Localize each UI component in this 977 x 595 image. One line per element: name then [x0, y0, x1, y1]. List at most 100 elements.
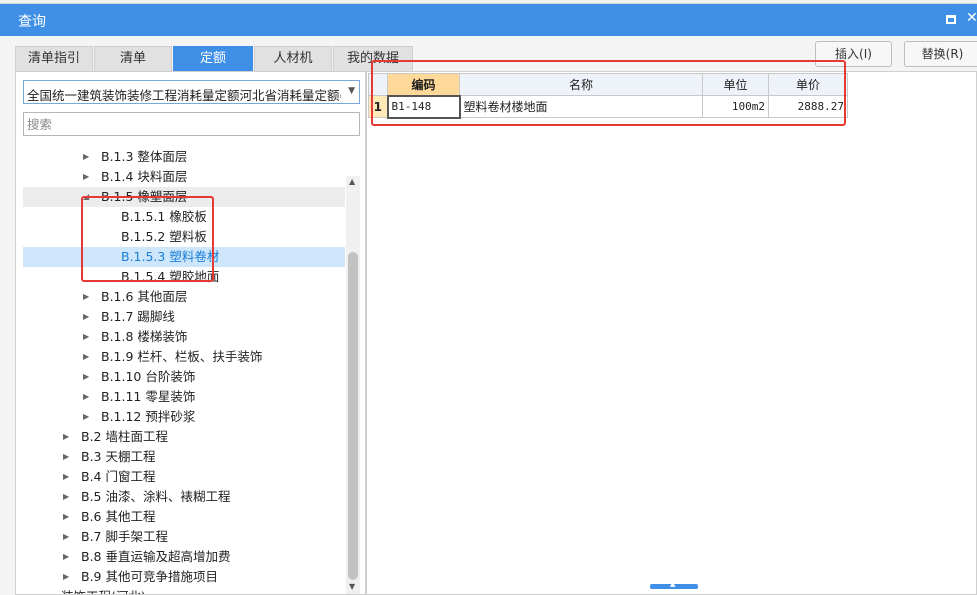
collapsed-arrow-icon[interactable]: ▶ [63, 427, 69, 447]
tree-item[interactable]: ▶ B.2 墙柱面工程 [23, 427, 345, 447]
collapsed-arrow-icon[interactable]: ▶ [83, 307, 89, 327]
tree-item[interactable]: ▶ B.8 垂直运输及超高增加费 [23, 547, 345, 567]
quota-tree: ▶ B.1.3 整体面层 ▶ B.1.4 块料面层 ◢ B.1.5 橡塑面层 B.1.5.1… [23, 142, 345, 594]
tree-item-label: B.1.5.2 塑料板 [121, 229, 207, 244]
tree-item-label: B.1.5.1 橡胶板 [121, 209, 207, 224]
collapsed-arrow-icon[interactable]: ▶ [83, 407, 89, 427]
splitter-handle[interactable]: ▲ [650, 580, 698, 589]
tree-item[interactable]: ▶ B.1.11 零星装饰 [23, 387, 345, 407]
quota-results-panel: 编码 名称 单位 单价 1 B1-148 塑料卷材楼地面 100m2 2888.… [366, 71, 977, 595]
tree-item[interactable]: B.1.5.3 塑料卷材 [23, 247, 345, 267]
tree-item-label: B.6 其他工程 [81, 509, 156, 524]
tree-item-label: B.1.8 楼梯装饰 [101, 329, 188, 344]
collapsed-arrow-icon[interactable]: ▶ [83, 347, 89, 367]
cell-price[interactable]: 2888.27 [768, 95, 848, 118]
scrollbar-thumb[interactable] [348, 252, 358, 580]
tree-item[interactable]: ▶ B.7 脚手架工程 [23, 527, 345, 547]
tree-item[interactable]: ▶ B.5 油漆、涂料、裱糊工程 [23, 487, 345, 507]
cell-name[interactable]: 塑料卷材楼地面 [459, 95, 703, 118]
collapsed-arrow-icon[interactable]: ▶ [63, 507, 69, 527]
tree-item[interactable]: ▶ 装饰工程(河北) [23, 587, 345, 594]
tree-item[interactable]: ▶ B.3 天棚工程 [23, 447, 345, 467]
tab-labor-material-machine[interactable]: 人材机 [254, 46, 332, 71]
tree-item-label: B.1.12 预拌砂浆 [101, 409, 196, 424]
tree-item-label: B.1.7 踢脚线 [101, 309, 175, 324]
collapsed-arrow-icon[interactable]: ▶ [83, 147, 89, 167]
tree-item[interactable]: ▶ B.1.6 其他面层 [23, 287, 345, 307]
column-header-unit[interactable]: 单位 [702, 73, 769, 96]
collapsed-arrow-icon[interactable]: ▶ [63, 467, 69, 487]
tree-item[interactable]: ▶ B.1.3 整体面层 [23, 147, 345, 167]
tree-item-label: B.3 天棚工程 [81, 449, 156, 464]
tree-item-label: B.4 门窗工程 [81, 469, 156, 484]
insert-button[interactable]: 插入(I) [815, 41, 892, 67]
tree-item[interactable]: B.1.5.1 橡胶板 [23, 207, 345, 227]
tab-list-guide[interactable]: 清单指引 [15, 46, 93, 71]
tree-item-label: B.1.3 整体面层 [101, 149, 188, 164]
scroll-up-icon[interactable]: ▲ [349, 177, 355, 186]
tree-item-label: B.1.6 其他面层 [101, 289, 188, 304]
tree-item[interactable]: ▶ B.1.9 栏杆、栏板、扶手装饰 [23, 347, 345, 367]
collapsed-arrow-icon[interactable]: ▶ [83, 367, 89, 387]
row-number-header [368, 73, 388, 96]
results-table: 编码 名称 单位 单价 1 B1-148 塑料卷材楼地面 100m2 2888.… [368, 73, 848, 119]
tree-item-label: 装饰工程(河北) [61, 587, 146, 594]
tree-item[interactable]: ▶ B.6 其他工程 [23, 507, 345, 527]
column-header-code[interactable]: 编码 [387, 73, 460, 96]
collapsed-arrow-icon[interactable]: ▶ [83, 387, 89, 407]
collapsed-arrow-icon[interactable]: ▶ [83, 287, 89, 307]
collapsed-arrow-icon[interactable]: ▶ [63, 487, 69, 507]
chevron-down-icon[interactable]: ▼ [348, 86, 355, 96]
tree-item[interactable]: ◢ B.1.5 橡塑面层 [23, 187, 345, 207]
tree-item-label: B.1.9 栏杆、栏板、扶手装饰 [101, 349, 263, 364]
tree-item[interactable]: B.1.5.4 塑胶地面 [23, 267, 345, 287]
tree-item-label: B.1.5.4 塑胶地面 [121, 269, 220, 284]
tree-item-label: B.7 脚手架工程 [81, 529, 168, 544]
tree-item-label: B.1.5 橡塑面层 [101, 189, 188, 204]
maximize-icon[interactable] [946, 15, 956, 24]
collapsed-arrow-icon[interactable]: ▶ [43, 587, 49, 594]
collapsed-arrow-icon[interactable]: ▶ [83, 327, 89, 347]
tree-item[interactable]: ▶ B.1.12 预拌砂浆 [23, 407, 345, 427]
query-dialog: 清单指引 清单 定额 人材机 我的数据 插入(I) 替换(R) 全国统一建筑装饰… [0, 36, 977, 595]
tree-item[interactable]: ▶ B.1.8 楼梯装饰 [23, 327, 345, 347]
tree-item[interactable]: ▶ B.1.4 块料面层 [23, 167, 345, 187]
search-input[interactable] [23, 112, 360, 136]
tab-quota[interactable]: 定额 [173, 46, 253, 71]
tree-item-label: B.1.4 块料面层 [101, 169, 188, 184]
title-bar: 查询 ✕ [0, 4, 977, 36]
chevron-up-icon: ▲ [670, 580, 676, 588]
scroll-down-icon[interactable]: ▼ [349, 582, 355, 591]
tree-item[interactable]: ▶ B.9 其他可竞争措施项目 [23, 567, 345, 587]
row-number[interactable]: 1 [368, 95, 388, 118]
tree-item-label: B.8 垂直运输及超高增加费 [81, 549, 231, 564]
table-row[interactable]: 1 B1-148 塑料卷材楼地面 100m2 2888.27 [368, 94, 848, 119]
column-header-name[interactable]: 名称 [459, 73, 703, 96]
close-icon[interactable]: ✕ [966, 10, 977, 26]
tab-my-data[interactable]: 我的数据 [333, 46, 413, 71]
tree-item[interactable]: ▶ B.4 门窗工程 [23, 467, 345, 487]
expanded-arrow-icon[interactable]: ◢ [83, 187, 89, 207]
tree-scrollbar[interactable]: ▲ ▼ [346, 176, 360, 594]
collapsed-arrow-icon[interactable]: ▶ [83, 167, 89, 187]
column-header-price[interactable]: 单价 [768, 73, 848, 96]
tree-item-label: B.1.10 台阶装饰 [101, 369, 196, 384]
library-select-value: 全国统一建筑装饰装修工程消耗量定额河北省消耗量定额(2012) [27, 88, 341, 103]
cell-unit[interactable]: 100m2 [702, 95, 769, 118]
tree-item[interactable]: ▶ B.1.7 踢脚线 [23, 307, 345, 327]
tree-item-label: B.1.5.3 塑料卷材 [121, 249, 220, 264]
cell-code[interactable]: B1-148 [386, 94, 461, 119]
window-title: 查询 [18, 14, 46, 30]
collapsed-arrow-icon[interactable]: ▶ [63, 527, 69, 547]
tree-item[interactable]: ▶ B.1.10 台阶装饰 [23, 367, 345, 387]
tree-item[interactable]: B.1.5.2 塑料板 [23, 227, 345, 247]
collapsed-arrow-icon[interactable]: ▶ [63, 447, 69, 467]
tab-list[interactable]: 清单 [94, 46, 172, 71]
library-select[interactable]: 全国统一建筑装饰装修工程消耗量定额河北省消耗量定额(2012) ▼ [23, 80, 360, 104]
replace-button[interactable]: 替换(R) [904, 41, 977, 67]
tree-item-label: B.5 油漆、涂料、裱糊工程 [81, 489, 231, 504]
tree-item-label: B.2 墙柱面工程 [81, 429, 168, 444]
collapsed-arrow-icon[interactable]: ▶ [63, 547, 69, 567]
tree-item-label: B.1.11 零星装饰 [101, 389, 196, 404]
collapsed-arrow-icon[interactable]: ▶ [63, 567, 69, 587]
